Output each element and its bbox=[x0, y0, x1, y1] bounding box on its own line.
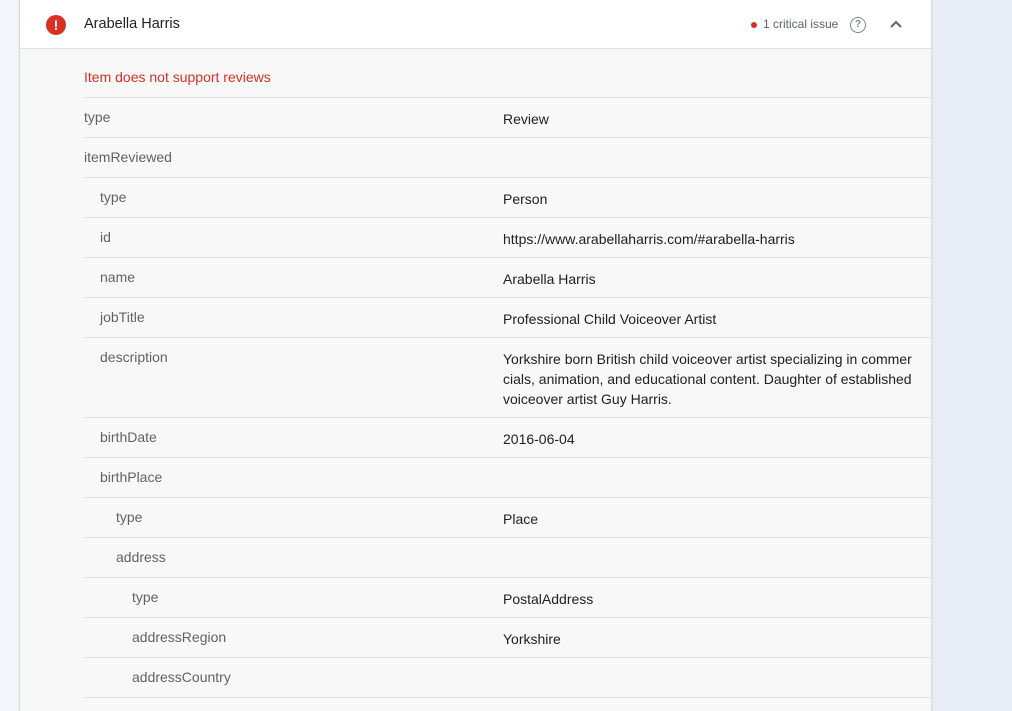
property-row: type Person bbox=[84, 177, 931, 217]
property-key: birthPlace bbox=[100, 469, 163, 485]
property-key: id bbox=[100, 229, 111, 245]
left-gutter bbox=[0, 0, 19, 711]
property-value: Place bbox=[503, 511, 539, 527]
property-value: Person bbox=[503, 191, 548, 207]
property-key: name bbox=[100, 269, 136, 285]
property-value: https://www.arabellaharris.com/#arabella… bbox=[503, 231, 795, 247]
property-row: type Review bbox=[84, 97, 931, 137]
property-key: description bbox=[100, 349, 168, 365]
property-row: addressCountry bbox=[84, 657, 931, 697]
property-value: Yorkshire born British child voiceover a… bbox=[503, 351, 912, 407]
property-row: birthDate 2016-06-04 bbox=[84, 417, 931, 457]
property-row: id https://www.arabellaharris.com/#arabel… bbox=[84, 217, 931, 257]
critical-dot-icon bbox=[751, 22, 757, 28]
property-row: type PostalAddress bbox=[84, 577, 931, 617]
property-key: type bbox=[100, 189, 127, 205]
property-value: Review bbox=[503, 111, 549, 127]
property-row: addressRegion Yorkshire bbox=[84, 617, 931, 657]
chevron-up-icon[interactable] bbox=[886, 14, 906, 34]
property-key: birthDate bbox=[100, 429, 157, 445]
help-circle-icon[interactable]: ? bbox=[850, 17, 866, 33]
property-key: jobTitle bbox=[100, 309, 145, 325]
property-row: birthPlace bbox=[84, 457, 931, 497]
property-value: Yorkshire bbox=[503, 631, 561, 647]
property-key: address bbox=[116, 549, 166, 565]
property-row: itemReviewed bbox=[84, 137, 931, 177]
property-value: 2016-06-04 bbox=[503, 431, 575, 447]
property-row: description Yorkshire born British child … bbox=[84, 337, 931, 417]
property-row: jobTitle Professional Child Voiceover Art… bbox=[84, 297, 931, 337]
property-key: type bbox=[132, 589, 159, 605]
property-row: name Arabella Harris bbox=[84, 257, 931, 297]
page: ! Arabella Harris 1 critical issue ? Ite… bbox=[0, 0, 1012, 711]
property-key: type bbox=[84, 109, 111, 125]
property-key: itemReviewed bbox=[84, 149, 172, 165]
property-value: Arabella Harris bbox=[503, 271, 596, 287]
property-key: addressCountry bbox=[132, 669, 231, 685]
issue-count-badge: 1 critical issue bbox=[763, 17, 839, 31]
property-key: type bbox=[116, 509, 143, 525]
property-value: Professional Child Voiceover Artist bbox=[503, 311, 717, 327]
property-row: type Place bbox=[84, 497, 931, 537]
property-row: address bbox=[84, 537, 931, 577]
property-value: PostalAddress bbox=[503, 591, 594, 607]
property-key: addressRegion bbox=[132, 629, 227, 645]
item-header[interactable]: ! Arabella Harris 1 critical issue ? bbox=[20, 0, 931, 49]
item-error-message: Item does not support reviews bbox=[84, 69, 271, 85]
error-circle-icon: ! bbox=[46, 15, 66, 35]
structured-data-item-card: ! Arabella Harris 1 critical issue ? Ite… bbox=[19, 0, 932, 711]
table-end-divider bbox=[84, 697, 931, 698]
item-title: Arabella Harris bbox=[84, 16, 180, 32]
